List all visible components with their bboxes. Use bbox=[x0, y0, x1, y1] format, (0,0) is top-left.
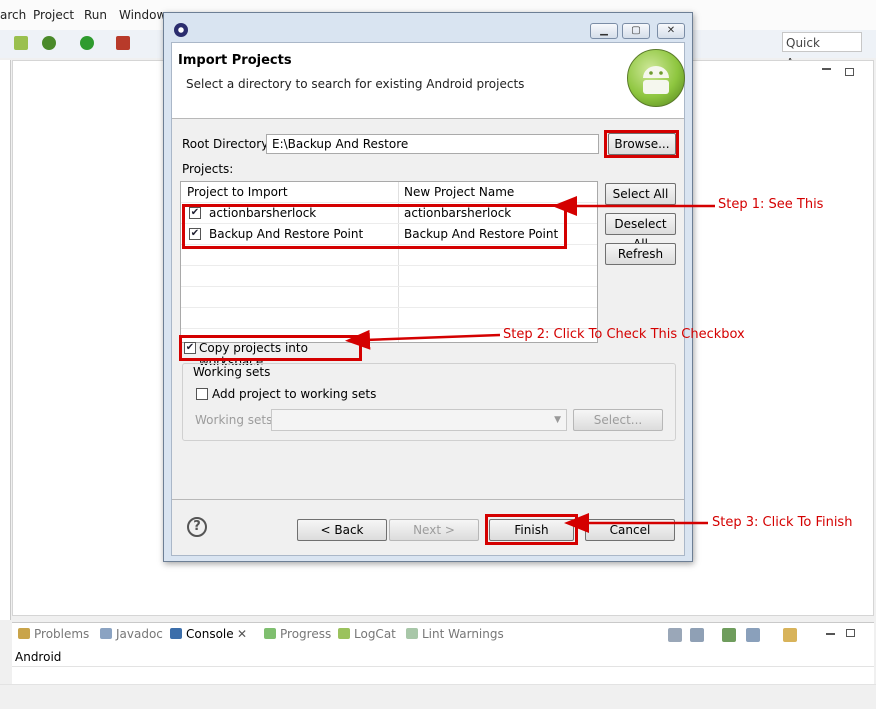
step2-arrow bbox=[345, 329, 501, 350]
step1-annotation: Step 1: See This bbox=[718, 197, 824, 212]
step3-annotation: Step 3: Click To Finish bbox=[712, 515, 853, 530]
annotation-arrows bbox=[345, 196, 715, 533]
step2-annotation: Step 2: Click To Check This Checkbox bbox=[503, 327, 745, 342]
